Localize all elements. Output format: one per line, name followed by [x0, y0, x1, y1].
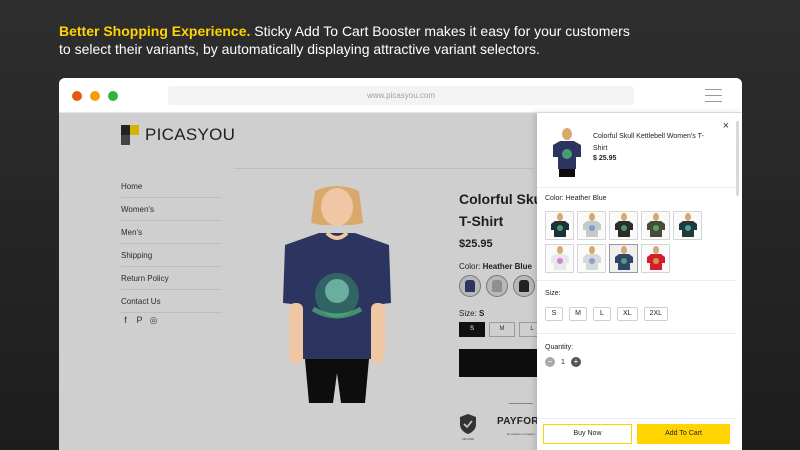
close-icon[interactable]: × — [723, 120, 729, 132]
drawer-color-swatch[interactable] — [673, 211, 702, 240]
drawer-product-thumbnail — [553, 128, 581, 177]
promo-banner: Better Shopping Experience. Sticky Add T… — [59, 22, 699, 58]
product-title-line2: T-Shirt — [459, 213, 504, 229]
drawer-color-label: Color: Heather Blue — [545, 195, 607, 202]
product-add-to-cart-button[interactable] — [459, 349, 549, 377]
quantity-increase-button[interactable]: + — [570, 357, 581, 367]
header-divider — [234, 168, 534, 169]
drawer-size-label: Size: — [545, 290, 561, 297]
product-size-option[interactable]: S — [459, 322, 485, 337]
drawer-color-swatch[interactable] — [545, 244, 574, 273]
drawer-scrollbar[interactable] — [736, 121, 739, 196]
product-price: $25.95 — [459, 238, 493, 250]
drawer-divider — [537, 333, 735, 334]
add-to-cart-button[interactable]: Add To Cart — [637, 424, 730, 444]
drawer-action-buttons: Buy Now Add To Cart — [543, 424, 730, 444]
drawer-size-option[interactable]: XL — [617, 307, 638, 321]
drawer-color-swatches — [545, 211, 715, 273]
drawer-size-option[interactable]: 2XL — [643, 307, 669, 321]
quantity-decrease-button[interactable]: − — [545, 357, 555, 367]
drawer-size-option[interactable]: L — [593, 307, 611, 321]
drawer-color-swatch[interactable] — [641, 211, 670, 240]
product-swatch[interactable] — [513, 275, 535, 297]
nav-item-shipping[interactable]: Shipping — [121, 244, 222, 267]
address-bar[interactable]: www.picasyou.com — [168, 86, 634, 105]
drawer-product-price: $ 25.95 — [593, 155, 617, 162]
drawer-color-swatch[interactable] — [641, 244, 670, 273]
drawer-color-swatch[interactable] — [545, 211, 574, 240]
banner-text-line2: to select their variants, by automatical… — [59, 41, 540, 57]
product-title: Colorful Skul — [459, 191, 547, 207]
product-size-options: S M L — [459, 322, 545, 337]
product-size-value: S — [479, 309, 485, 318]
social-links: f P ◎ — [121, 316, 158, 325]
banner-headline: Better Shopping Experience. — [59, 23, 251, 39]
store-logo[interactable]: PICASYOU — [121, 125, 235, 145]
drawer-divider — [537, 187, 735, 188]
buy-now-button[interactable]: Buy Now — [543, 424, 632, 444]
window-minimize-dot[interactable] — [90, 91, 100, 101]
drawer-size-options: S M L XL 2XL — [545, 307, 669, 321]
nav-item-womens[interactable]: Women's — [121, 198, 222, 221]
browser-toolbar: www.picasyou.com — [59, 78, 742, 113]
nav-item-contact-us[interactable]: Contact Us — [121, 290, 222, 313]
product-size-option[interactable]: M — [489, 322, 515, 337]
instagram-icon[interactable]: ◎ — [149, 316, 158, 325]
browser-window: www.picasyou.com PICASYOU Home Women's M… — [59, 78, 742, 450]
drawer-size-option[interactable]: S — [545, 307, 563, 321]
store-nav: Home Women's Men's Shipping Return Polic… — [121, 175, 222, 313]
product-size-label: Size: S — [459, 309, 485, 318]
drawer-color-swatch[interactable] — [577, 211, 606, 240]
drawer-product-name: Colorful Skull Kettlebell Women's T-Shir… — [593, 133, 704, 152]
product-swatch[interactable] — [459, 275, 481, 297]
secure-badge-label: SECURE — [461, 437, 475, 441]
secure-shield-icon — [460, 414, 476, 434]
pinterest-icon[interactable]: P — [135, 316, 144, 325]
product-color-value: Heather Blue — [482, 262, 532, 271]
product-image — [283, 186, 391, 403]
nav-item-return-policy[interactable]: Return Policy — [121, 267, 222, 290]
banner-text-line1: Sticky Add To Cart Booster makes it easy… — [250, 23, 630, 39]
logo-text: PICASYOU — [145, 125, 236, 144]
drawer-color-swatch-selected[interactable] — [609, 244, 638, 273]
drawer-color-swatch[interactable] — [577, 244, 606, 273]
quantity-value: 1 — [561, 358, 565, 366]
hamburger-menu-icon[interactable] — [705, 89, 722, 102]
facebook-icon[interactable]: f — [121, 316, 130, 325]
drawer-color-swatch[interactable] — [609, 211, 638, 240]
variant-selector-drawer: × Colorful Skull Kettlebell Women's T-Sh… — [537, 113, 742, 450]
drawer-size-option[interactable]: M — [569, 307, 587, 321]
drawer-quantity-label: Quantity: — [545, 344, 574, 351]
drawer-divider — [537, 418, 735, 419]
drawer-divider — [537, 280, 735, 281]
product-color-label: Color: Heather Blue — [459, 262, 532, 271]
quantity-stepper: − 1 + — [545, 357, 581, 367]
payfort-subtext: an amazon company — [507, 432, 535, 436]
logo-mark-icon — [121, 125, 139, 145]
window-maximize-dot[interactable] — [108, 91, 118, 101]
nav-item-home[interactable]: Home — [121, 175, 222, 198]
window-close-dot[interactable] — [72, 91, 82, 101]
nav-item-mens[interactable]: Men's — [121, 221, 222, 244]
product-swatch[interactable] — [486, 275, 508, 297]
